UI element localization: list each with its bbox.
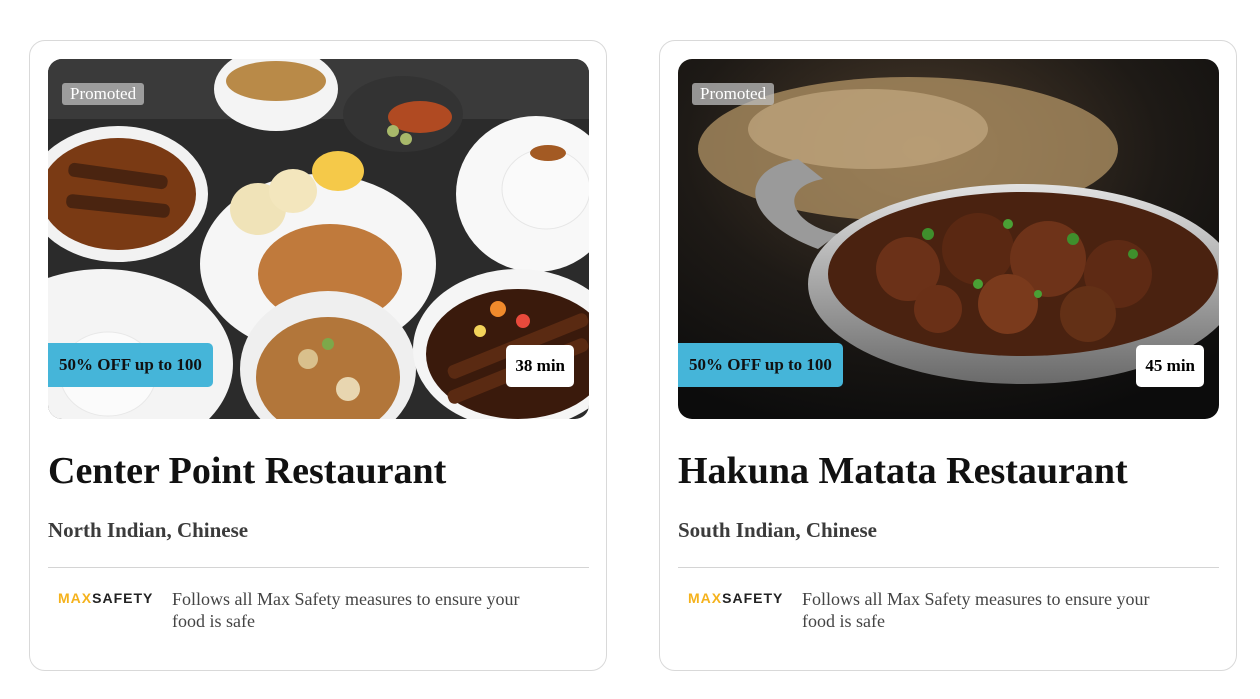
restaurant-name[interactable]: Hakuna Matata Restaurant xyxy=(678,449,1128,493)
cuisine-list: North Indian, Chinese xyxy=(48,518,249,542)
delivery-time-badge: 38 min xyxy=(506,345,574,387)
offer-badge: 50% OFF up to 100 xyxy=(48,343,213,387)
restaurant-photo[interactable]: Promoted 50% OFF up to 100 38 min xyxy=(48,59,589,419)
promoted-badge: Promoted xyxy=(62,83,145,105)
restaurant-card-hakuna-matata[interactable]: Promoted 50% OFF up to 100 45 min Hakuna… xyxy=(659,40,1237,671)
divider xyxy=(678,567,1219,568)
restaurant-photo[interactable]: Promoted 50% OFF up to 100 45 min xyxy=(678,59,1219,419)
cuisine-list: South Indian, Chinese xyxy=(678,518,877,542)
max-safety-logo: MAXSAFETY xyxy=(688,590,784,606)
delivery-time-badge: 45 min xyxy=(1136,345,1204,387)
divider xyxy=(48,567,589,568)
restaurant-name[interactable]: Center Point Restaurant xyxy=(48,449,446,493)
promoted-badge: Promoted xyxy=(692,83,775,105)
safety-message: Follows all Max Safety measures to ensur… xyxy=(172,589,520,631)
safety-message: Follows all Max Safety measures to ensur… xyxy=(802,589,1150,631)
max-safety-logo: MAXSAFETY xyxy=(58,590,154,606)
offer-badge: 50% OFF up to 100 xyxy=(678,343,843,387)
restaurant-card-center-point[interactable]: Promoted 50% OFF up to 100 38 min Center… xyxy=(29,40,607,671)
